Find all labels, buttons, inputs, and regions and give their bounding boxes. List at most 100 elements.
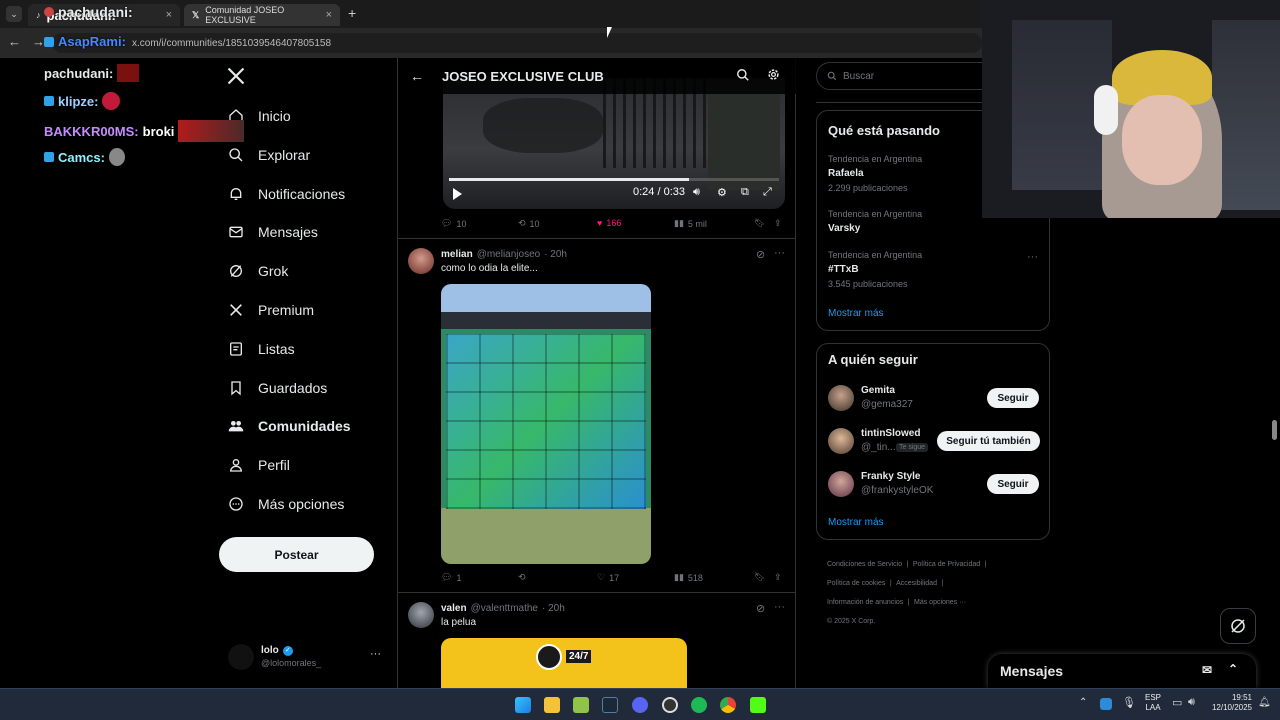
grok-icon[interactable]: ⊘ (756, 602, 765, 615)
scrollbar-thumb[interactable] (1272, 420, 1277, 440)
follow-button[interactable]: Seguir (987, 474, 1039, 494)
volume-icon[interactable]: 🔊︎ (693, 186, 700, 199)
follow-item[interactable]: Franky Style @frankystyleOK Seguir (828, 470, 1040, 500)
post-image[interactable] (441, 284, 651, 564)
nav-grok[interactable]: Grok (228, 259, 288, 283)
app-icon[interactable] (573, 697, 589, 713)
security-icon[interactable] (1100, 698, 1112, 710)
trend-item[interactable]: Tendencia en Argentina #TTxB 3.545 publi… (828, 250, 922, 289)
avatar[interactable] (408, 602, 434, 628)
kick-icon[interactable] (750, 697, 766, 713)
back-arrow-icon[interactable]: ← (410, 68, 424, 84)
footer-link[interactable]: Condiciones de Servicio (827, 561, 902, 568)
nav-comunidades[interactable]: Comunidades (228, 414, 351, 438)
chevron-up-icon[interactable]: ⌃ (1079, 697, 1087, 708)
post-valen[interactable]: valen @valenttmathe · 20h ⊘ ··· la pelua… (398, 593, 796, 688)
trend-more-icon[interactable]: ··· (1027, 251, 1038, 263)
avatar (828, 471, 854, 497)
repost-button[interactable]: ⟲ (518, 572, 526, 583)
bookmark-button[interactable]: 🔖︎ (754, 572, 765, 583)
account-more-icon[interactable]: ··· (370, 648, 381, 660)
close-icon[interactable]: × (326, 9, 332, 21)
webcam-overlay (982, 0, 1280, 218)
footer-link[interactable]: Política de Privacidad (913, 561, 980, 568)
nav-mas-opciones[interactable]: Más opciones (228, 492, 344, 516)
settings-icon[interactable]: ⚙ (717, 186, 727, 199)
windows-start-icon[interactable] (515, 697, 531, 713)
play-icon[interactable] (453, 188, 462, 200)
like-button[interactable]: ♥ 166 (597, 218, 621, 228)
bookmark-button[interactable]: 🔖︎ (754, 218, 765, 229)
trend-item[interactable]: Tendencia en Argentina Varsky (828, 209, 922, 234)
reply-button[interactable]: 💬︎ 10 (441, 218, 466, 229)
post-melian[interactable]: melian @melianjoseo · 20h ⊘ ··· como lo … (398, 239, 796, 593)
nav-notificaciones[interactable]: Notificaciones (228, 182, 345, 206)
post-author-name[interactable]: melian (441, 249, 473, 260)
messages-drawer[interactable]: Mensajes ✉ ⌃ (988, 654, 1256, 688)
post-author-handle[interactable]: @valenttmathe (471, 603, 538, 614)
grok-icon[interactable]: ⊘ (756, 248, 765, 261)
chevron-up-icon[interactable]: ⌃ (1228, 662, 1238, 676)
share-button[interactable]: ⇪ (774, 218, 782, 229)
network-icon[interactable]: ▭ (1172, 696, 1182, 709)
microphone-icon[interactable]: 🎙︎ (1122, 696, 1136, 709)
post-author-handle[interactable]: @melianjoseo (477, 249, 541, 260)
spotify-icon[interactable] (691, 697, 707, 713)
new-message-icon[interactable]: ✉ (1202, 663, 1212, 677)
volume-icon[interactable]: 🔊︎ (1188, 696, 1195, 709)
follow-button[interactable]: Seguir (987, 388, 1039, 408)
views-button[interactable]: ▮▮ 5 mil (674, 218, 707, 229)
show-more-link[interactable]: Mostrar más (828, 308, 884, 319)
discord-icon[interactable] (632, 697, 648, 713)
nav-mensajes[interactable]: Mensajes (228, 220, 318, 244)
input-language-variant[interactable]: LAA (1145, 703, 1161, 713)
chat-message: broki (142, 123, 175, 139)
input-language[interactable]: ESP (1145, 693, 1161, 703)
logo-badge (536, 644, 562, 670)
fullscreen-icon[interactable]: ⤢ (763, 186, 772, 199)
footer-link[interactable]: Política de cookies (827, 580, 885, 587)
trend-item[interactable]: Tendencia en Argentina Rafaela 2.299 pub… (828, 154, 922, 193)
like-button[interactable]: ♡ 17 (597, 572, 619, 583)
views-count: 518 (687, 572, 703, 583)
settings-gear-icon[interactable] (766, 67, 781, 87)
grok-float-button[interactable] (1220, 608, 1256, 644)
reply-icon: 💬︎ (441, 572, 453, 582)
clock-date[interactable]: 12/10/2025 (1206, 703, 1252, 713)
post-time[interactable]: · 20h (544, 249, 567, 260)
nav-listas[interactable]: Listas (228, 337, 295, 361)
post-time[interactable]: · 20h (542, 603, 565, 614)
nav-guardados[interactable]: Guardados (228, 376, 327, 400)
video-player[interactable]: 0:24 / 0:33 🔊︎ ⚙ ⧉ ⤢ (443, 78, 785, 209)
views-button[interactable]: ▮▮ 518 (674, 572, 703, 583)
search-icon[interactable] (736, 68, 750, 87)
follow-item[interactable]: Gemita @gema327 Seguir (828, 384, 1040, 414)
show-more-link[interactable]: Mostrar más (828, 517, 884, 528)
more-icon[interactable]: ··· (774, 601, 785, 613)
notification-icon[interactable]: 🔔︎ (1258, 697, 1271, 708)
nav-perfil[interactable]: Perfil (228, 453, 290, 477)
footer-link[interactable]: Accesibilidad (896, 580, 937, 587)
obs-icon[interactable] (662, 697, 678, 713)
avatar[interactable] (408, 248, 434, 274)
avatar (228, 644, 254, 670)
steam-icon[interactable] (602, 697, 618, 713)
clock-time[interactable]: 19:51 (1206, 693, 1252, 703)
follow-back-button[interactable]: Seguir tú también (937, 431, 1040, 451)
post-button[interactable]: Postear (219, 537, 374, 572)
more-icon[interactable]: ··· (774, 247, 785, 259)
new-tab-button[interactable]: + (348, 5, 356, 21)
share-button[interactable]: ⇪ (774, 572, 782, 583)
repost-button[interactable]: ⟲ 10 (518, 218, 540, 229)
chrome-icon[interactable] (720, 697, 736, 713)
footer-link[interactable]: Más opciones ··· (914, 599, 966, 606)
post-author-name[interactable]: valen (441, 603, 467, 614)
file-explorer-icon[interactable] (544, 697, 560, 713)
post-image[interactable]: 24/7 (441, 638, 687, 688)
footer-link[interactable]: Información de anuncios (827, 599, 903, 606)
reply-button[interactable]: 💬︎ 1 (441, 572, 461, 583)
account-switcher[interactable]: lolo ✓ @lolomorales_ ··· (226, 642, 386, 672)
pip-icon[interactable]: ⧉ (741, 186, 749, 199)
nav-premium[interactable]: Premium (228, 298, 314, 322)
follow-item[interactable]: tintinSlowed @_tin... Te sigue Seguir tú… (828, 427, 1040, 457)
